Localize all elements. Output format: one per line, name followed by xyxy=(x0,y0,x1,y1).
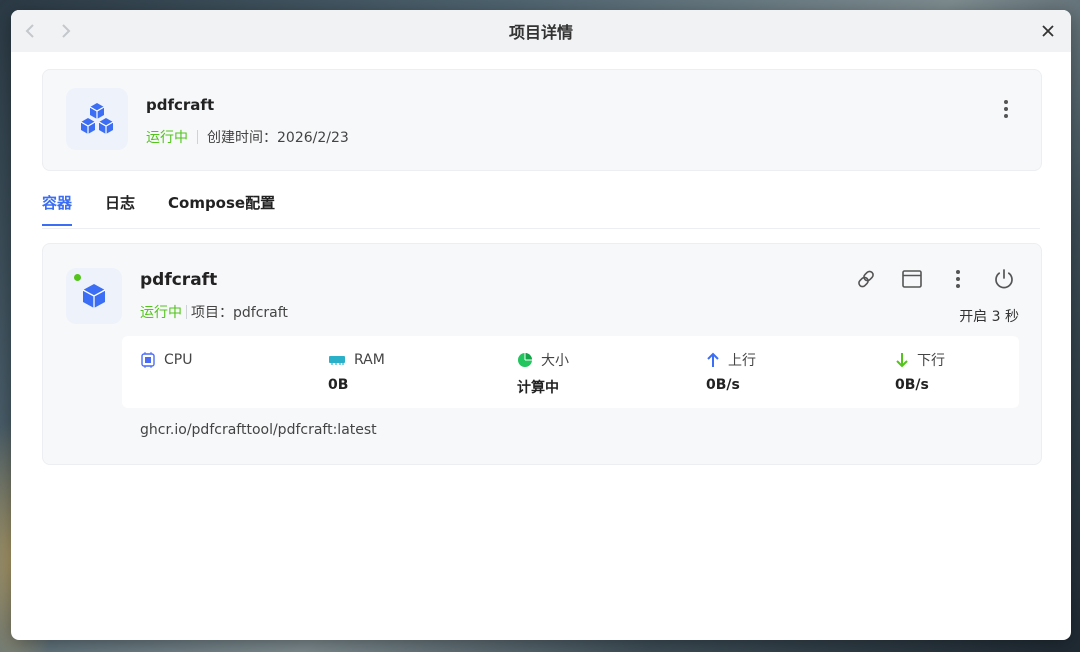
forward-button[interactable] xyxy=(56,21,76,41)
stat-value: 0B/s xyxy=(895,377,929,393)
tab-bar: 容器 日志 Compose配置 xyxy=(42,182,1040,229)
container-status: 运行中 xyxy=(140,305,182,321)
terminal-button[interactable] xyxy=(899,266,925,292)
stat-size: 大小 计算中 xyxy=(517,350,569,396)
uptime-text: 开启 3 秒 xyxy=(959,309,1019,325)
resource-stats: CPU RAM 0B 大小 计算中 上行 0B/s 下行 0B/s xyxy=(122,336,1019,408)
power-button[interactable] xyxy=(991,266,1017,292)
container-name: pdfcraft xyxy=(140,270,218,290)
container-more-button[interactable] xyxy=(945,266,971,292)
more-icon-dot xyxy=(956,277,960,281)
stat-upload: 上行 0B/s xyxy=(706,350,756,395)
project-details-window: 项目详情 pdfcraft 运行中 创建时间：2026/2/23 容器 日志 C… xyxy=(11,10,1071,640)
project-status: 运行中 xyxy=(146,130,188,146)
running-status-dot xyxy=(74,274,81,281)
cube-icon xyxy=(82,284,106,308)
container-meta: 运行中 项目：pdfcraft xyxy=(140,302,288,322)
divider xyxy=(197,130,198,144)
stat-value xyxy=(140,377,192,395)
tab-logs[interactable]: 日志 xyxy=(105,192,135,225)
stat-label: RAM xyxy=(354,352,385,368)
window-title: 项目详情 xyxy=(508,23,573,42)
close-button[interactable] xyxy=(1037,20,1059,42)
project-more-button[interactable] xyxy=(997,96,1015,122)
more-icon-dot xyxy=(956,284,960,288)
terminal-window-icon xyxy=(902,270,922,288)
more-icon xyxy=(956,270,960,274)
back-button[interactable] xyxy=(20,21,40,41)
container-project: 项目：pdfcraft xyxy=(191,305,288,321)
container-card[interactable]: pdfcraft 运行中 项目：pdfcraft 开启 3 秒 CPU RAM … xyxy=(42,243,1042,465)
stat-value: 计算中 xyxy=(517,380,559,396)
container-actions xyxy=(853,266,1017,292)
ram-icon xyxy=(329,356,345,365)
cpu-icon xyxy=(141,352,155,368)
tab-compose-config[interactable]: Compose配置 xyxy=(168,192,275,225)
project-created: 创建时间：2026/2/23 xyxy=(207,130,349,146)
stat-value: 0B xyxy=(328,377,349,393)
link-icon xyxy=(858,270,874,288)
divider xyxy=(186,305,187,319)
project-summary-card: pdfcraft 运行中 创建时间：2026/2/23 xyxy=(42,69,1042,171)
title-bar: 项目详情 xyxy=(11,10,1071,52)
project-meta: 运行中 创建时间：2026/2/23 xyxy=(146,127,349,147)
more-icon-dot xyxy=(1004,107,1008,111)
cubes-icon xyxy=(80,103,114,134)
project-icon-box xyxy=(66,88,128,150)
chevron-left-icon xyxy=(25,24,34,38)
arrow-down-icon xyxy=(896,353,908,368)
more-icon xyxy=(1004,100,1008,104)
chevron-right-icon xyxy=(62,24,71,38)
stat-value: 0B/s xyxy=(706,377,740,393)
stat-label: CPU xyxy=(164,352,193,368)
stat-ram: RAM 0B xyxy=(328,350,385,395)
stat-label: 上行 xyxy=(728,353,756,369)
stat-download: 下行 0B/s xyxy=(895,350,945,395)
container-image: ghcr.io/pdfcrafttool/pdfcraft:latest xyxy=(140,422,377,438)
project-name: pdfcraft xyxy=(146,96,215,114)
open-link-button[interactable] xyxy=(853,266,879,292)
tab-containers[interactable]: 容器 xyxy=(42,192,73,226)
power-icon xyxy=(995,269,1013,289)
stat-cpu: CPU xyxy=(140,350,192,395)
more-icon-dot xyxy=(1004,114,1008,118)
stat-label: 下行 xyxy=(917,353,945,369)
close-icon xyxy=(1042,25,1054,37)
pie-icon xyxy=(518,353,532,367)
arrow-up-icon xyxy=(707,352,719,367)
stat-label: 大小 xyxy=(541,353,569,369)
